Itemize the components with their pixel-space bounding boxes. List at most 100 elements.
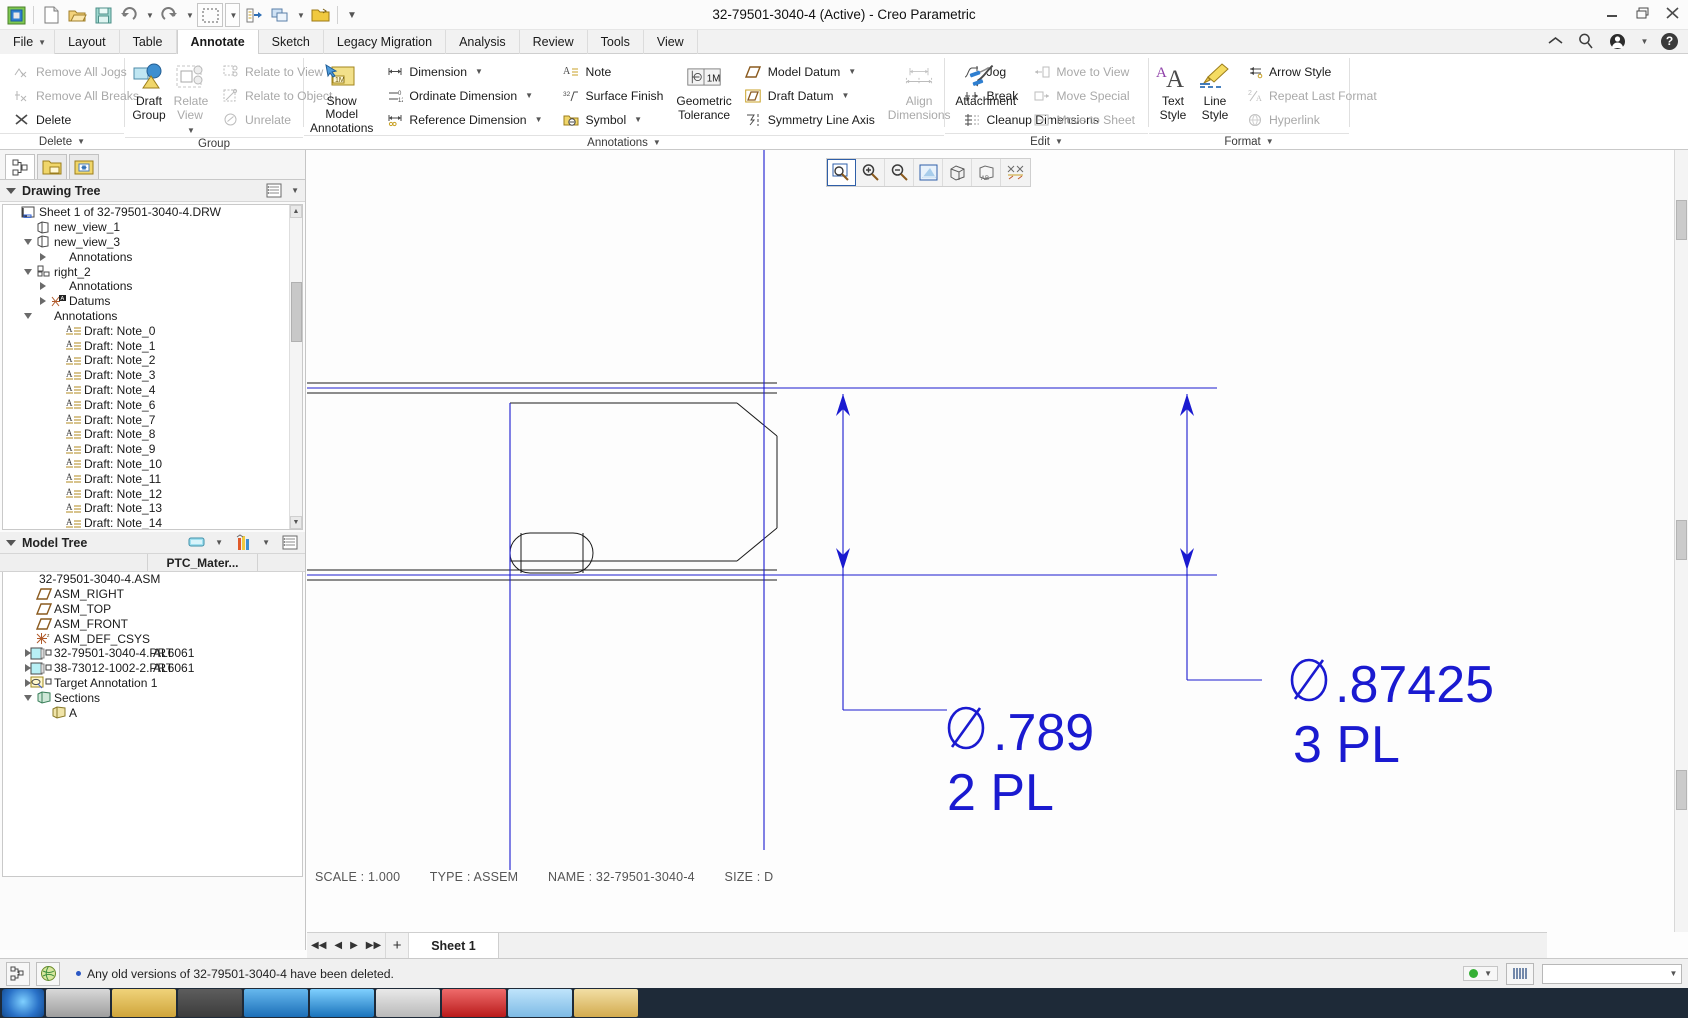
tree-row[interactable]: A Draft: Note_0 (3, 323, 289, 338)
hyperlink-button[interactable]: Hyperlink (1241, 108, 1382, 131)
sheet-first-button[interactable]: ◀◀ (311, 940, 326, 951)
expand-arrow-icon[interactable] (35, 282, 50, 291)
align-dimensions-button[interactable]: Align Dimensions (886, 58, 953, 122)
collapse-ribbon-icon[interactable] (1546, 32, 1564, 50)
tree-row[interactable]: z ASM_DEF_CSYS (3, 631, 302, 646)
model-tree-display-icon[interactable] (282, 535, 299, 550)
drawing-tree-list[interactable]: Sheet 1 of 32-79501-3040-4.DRW new_view_1… (3, 205, 289, 529)
tree-row[interactable]: Sheet 1 of 32-79501-3040-4.DRW (3, 205, 289, 220)
symmetry-line-axis-button[interactable]: Symmetry Line Axis (740, 108, 880, 131)
graphics-vertical-scrollbar[interactable] (1674, 150, 1688, 932)
minimize-button[interactable] (1604, 6, 1620, 20)
folder-browser-tab[interactable] (37, 154, 67, 179)
model-tree-tab[interactable] (5, 154, 35, 179)
sheet-next-button[interactable]: ▶ (350, 940, 358, 951)
expand-arrow-icon[interactable] (35, 297, 50, 306)
taskbar-item-1[interactable] (46, 989, 110, 1017)
tree-row[interactable]: A Draft: Note_12 (3, 486, 289, 501)
taskbar-item-8[interactable] (508, 989, 572, 1017)
add-sheet-button[interactable]: + (385, 933, 410, 958)
show-model-annotations-button[interactable]: 1M Show Model Annotations (308, 58, 375, 135)
tree-row[interactable]: 32-79501-3040-4.PRT AL6061 (3, 646, 302, 661)
ribbon-group-edit-label[interactable]: Edit ▼ (945, 133, 1148, 149)
tree-row[interactable]: A (3, 705, 302, 720)
symbol-button[interactable]: Symbol ▼ (558, 108, 669, 131)
tree-row[interactable]: A Draft: Note_1 (3, 338, 289, 353)
tree-row[interactable]: A Draft: Note_11 (3, 471, 289, 486)
close-button[interactable] (1664, 6, 1680, 20)
tab-view[interactable]: View (644, 30, 698, 54)
model-tree-collapse-icon[interactable] (6, 539, 16, 546)
status-field-caret[interactable]: ▼ (1666, 969, 1681, 978)
taskbar-item-4[interactable] (244, 989, 308, 1017)
tree-row[interactable]: A Draft: Note_10 (3, 457, 289, 472)
tree-row[interactable]: ASM_FRONT (3, 616, 302, 631)
taskbar-item-2[interactable] (112, 989, 176, 1017)
status-selection-field[interactable]: ▼ (1542, 963, 1682, 984)
tree-row[interactable]: 38-73012-1002-2.PRT AL6061 (3, 661, 302, 676)
tab-review[interactable]: Review (520, 30, 588, 54)
expand-arrow-icon[interactable] (35, 252, 50, 261)
geometric-tolerance-button[interactable]: 1M Geometric Tolerance (674, 58, 733, 122)
tab-legacy-migration[interactable]: Legacy Migration (324, 30, 447, 54)
tree-row[interactable]: right_2 (3, 264, 289, 279)
start-button[interactable] (2, 989, 44, 1017)
ribbon-group-delete-label[interactable]: Delete ▼ (0, 133, 124, 149)
model-tree-col-name[interactable] (0, 554, 148, 571)
model-tree-filter-icon[interactable] (188, 535, 207, 551)
ribbon-group-annotations-label[interactable]: Annotations ▼ (304, 135, 944, 149)
model-tree-col-material[interactable]: PTC_Mater... (148, 554, 258, 571)
model-tree-list[interactable]: 32-79501-3040-4.ASM ASM_RIGHT ASM_TOP ASM_F… (3, 572, 302, 876)
tree-row[interactable]: Target Annotation 1 (3, 676, 302, 691)
tab-analysis[interactable]: Analysis (446, 30, 520, 54)
tree-row[interactable]: A Draft: Note_3 (3, 368, 289, 383)
drawing-tree-options-caret[interactable]: ▼ (291, 186, 299, 195)
tree-settings-icon[interactable] (266, 183, 283, 198)
collapse-arrow-icon[interactable] (20, 238, 35, 245)
status-indicator-group[interactable]: ▼ (1463, 966, 1498, 981)
tree-row[interactable]: 32-79501-3040-4.ASM (3, 572, 302, 587)
model-tree-filter-caret[interactable]: ▼ (215, 538, 223, 547)
tree-row[interactable]: Annotations (3, 249, 289, 264)
tree-row[interactable]: A Draft: Note_6 (3, 397, 289, 412)
delete-button[interactable]: Delete (8, 108, 144, 131)
tree-row[interactable]: new_view_1 (3, 220, 289, 235)
relate-view-button[interactable]: Relate View ▼ (171, 58, 211, 137)
draft-group-button[interactable]: Draft Group (129, 58, 169, 122)
remove-all-breaks-button[interactable]: Remove All Breaks (8, 84, 144, 107)
taskbar-item-3[interactable] (178, 989, 242, 1017)
repeat-last-format-button[interactable]: 2A Repeat Last Format (1241, 84, 1382, 107)
status-tree-icon[interactable] (6, 961, 30, 986)
ribbon-group-format-label[interactable]: Format ▼ (1149, 133, 1349, 149)
tree-row[interactable]: A Draft: Note_7 (3, 412, 289, 427)
tab-annotate[interactable]: Annotate (176, 30, 259, 55)
sheet-last-button[interactable]: ▶▶ (366, 940, 381, 951)
reference-dimension-button[interactable]: Reference Dimension ▼ (381, 108, 547, 131)
tree-row[interactable]: A Draft: Note_14 (3, 516, 289, 529)
draft-datum-button[interactable]: Draft Datum ▼ (740, 84, 880, 107)
model-datum-button[interactable]: Model Datum ▼ (740, 60, 880, 83)
taskbar-item-7[interactable] (442, 989, 506, 1017)
account-dropdown-icon[interactable]: ▼ (1639, 32, 1649, 50)
drawing-tree-scroll-thumb[interactable] (291, 282, 302, 342)
status-dropdown-caret[interactable]: ▼ (1484, 969, 1492, 978)
tab-file[interactable]: File ▼ (0, 30, 56, 54)
drawing-canvas[interactable]: .789 2 PL .87425 3 PL (307, 150, 1547, 932)
surface-finish-button[interactable]: 32 Surface Finish (558, 84, 669, 107)
tree-row[interactable]: A Datums (3, 294, 289, 309)
taskbar-item-6[interactable] (376, 989, 440, 1017)
tree-row[interactable]: ASM_RIGHT (3, 587, 302, 602)
help-icon[interactable]: ? (1661, 32, 1678, 50)
tree-row[interactable]: A Draft: Note_4 (3, 383, 289, 398)
tab-table[interactable]: Table (120, 30, 177, 54)
tree-row[interactable]: A Draft: Note_9 (3, 442, 289, 457)
collapse-arrow-icon[interactable] (20, 268, 35, 275)
drawing-tree-vscrollbar[interactable]: ▲ ▼ (289, 205, 302, 529)
move-special-button[interactable]: Move Special (1028, 84, 1140, 107)
taskbar-item-9[interactable] (574, 989, 638, 1017)
taskbar-item-5[interactable] (310, 989, 374, 1017)
tree-row[interactable]: new_view_3 (3, 235, 289, 250)
model-tree-settings-icon[interactable] (235, 534, 254, 551)
sheet-prev-button[interactable]: ◀ (334, 940, 342, 951)
tree-row[interactable]: ASM_TOP (3, 602, 302, 617)
